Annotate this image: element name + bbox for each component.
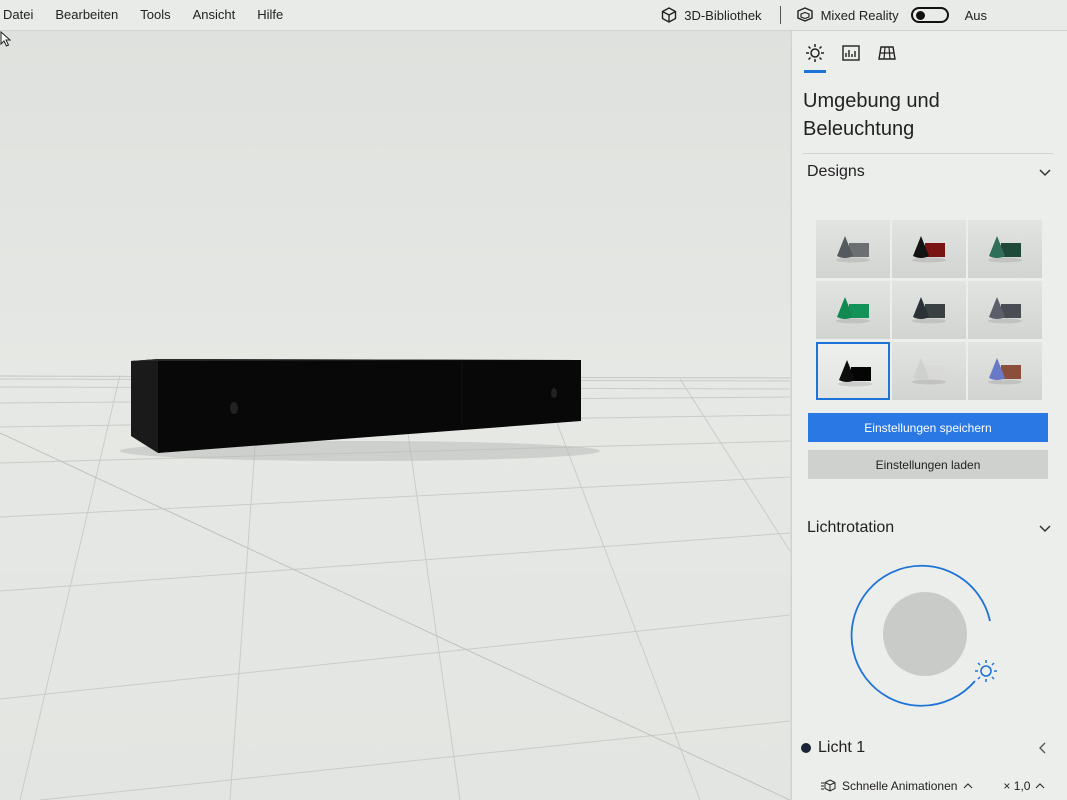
theme-dark-green-icon xyxy=(988,236,1022,263)
designs-grid xyxy=(816,220,1042,402)
theme-green-icon xyxy=(836,297,870,324)
theme-white-icon xyxy=(912,358,946,385)
section-divider xyxy=(803,153,1053,154)
chevron-down-icon xyxy=(1039,525,1051,533)
menu-ansicht[interactable]: Ansicht xyxy=(182,0,247,30)
menu-bearbeiten[interactable]: Bearbeiten xyxy=(44,0,129,30)
cube-icon xyxy=(662,7,677,23)
design-tile-2[interactable] xyxy=(892,220,966,278)
quick-animations-button[interactable]: Schnelle Animationen xyxy=(820,779,973,793)
menu-tools[interactable]: Tools xyxy=(129,0,181,30)
statistics-icon xyxy=(842,45,860,61)
light-rotation-dial[interactable] xyxy=(850,561,1000,711)
light-1-row[interactable]: Licht 1 xyxy=(801,739,1051,757)
3d-library-label: 3D-Bibliothek xyxy=(684,7,762,23)
panel-tabs xyxy=(792,31,1067,73)
chevron-left-icon[interactable] xyxy=(1037,741,1049,755)
chevron-down-icon xyxy=(1039,169,1051,177)
light-1-label: Licht 1 xyxy=(818,739,866,756)
menu-hilfe[interactable]: Hilfe xyxy=(246,0,294,30)
mixed-reality-state: Aus xyxy=(964,7,987,23)
light-rotation-section-header[interactable]: Lichtrotation xyxy=(807,519,1052,537)
theme-black-icon xyxy=(838,360,872,387)
theme-multicolor-icon xyxy=(988,358,1022,385)
sun-icon xyxy=(806,44,824,62)
design-tile-7[interactable] xyxy=(816,342,890,400)
toggle-knob xyxy=(915,11,925,20)
menubar-right: 3D-Bibliothek Mixed Reality Aus xyxy=(648,0,1067,30)
floor-grid xyxy=(0,374,790,800)
panel-title: Umgebung und Beleuchtung xyxy=(803,90,940,140)
light-sphere xyxy=(883,592,967,676)
animation-cube-icon xyxy=(821,779,836,792)
chevron-up-icon xyxy=(1036,783,1045,789)
menubar-divider xyxy=(779,6,781,24)
mixed-reality-icon xyxy=(796,7,813,22)
sun-handle-icon xyxy=(975,660,997,682)
design-tile-5[interactable] xyxy=(892,281,966,339)
theme-gray-icon xyxy=(836,236,870,263)
mouse-cursor-icon xyxy=(0,31,12,47)
tab-statistics[interactable] xyxy=(840,43,862,65)
menu-bar: Datei Bearbeiten Tools Ansicht Hilfe 3D-… xyxy=(0,0,1067,31)
light-rotation-header-label: Lichtrotation xyxy=(807,519,895,536)
load-settings-button[interactable]: Einstellungen laden xyxy=(808,450,1048,479)
environment-panel: Umgebung und Beleuchtung Designs Einstel… xyxy=(791,31,1067,800)
design-tile-9[interactable] xyxy=(968,342,1042,400)
theme-charcoal-icon xyxy=(912,297,946,324)
chevron-up-icon xyxy=(963,783,973,789)
mixed-reality-toggle[interactable] xyxy=(910,7,949,23)
3d-viewport[interactable] xyxy=(0,31,790,800)
designs-section-header[interactable]: Designs xyxy=(807,163,1052,181)
theme-slate-icon xyxy=(988,297,1022,324)
scene-canvas xyxy=(0,359,790,800)
mixed-reality-label: Mixed Reality xyxy=(820,7,899,23)
tab-grid[interactable] xyxy=(876,43,898,65)
design-tile-8[interactable] xyxy=(892,342,966,400)
3d-library-button[interactable]: 3D-Bibliothek xyxy=(648,6,773,24)
design-tile-3[interactable] xyxy=(968,220,1042,278)
designs-header-label: Designs xyxy=(807,163,865,180)
zoom-control[interactable]: × 1,0 xyxy=(1003,779,1045,793)
design-tile-6[interactable] xyxy=(968,281,1042,339)
save-settings-button[interactable]: Einstellungen speichern xyxy=(808,413,1048,442)
theme-red-icon xyxy=(912,236,946,263)
design-tile-1[interactable] xyxy=(816,220,890,278)
menu-datei[interactable]: Datei xyxy=(0,0,44,30)
design-tile-4[interactable] xyxy=(816,281,890,339)
3d-object-bar xyxy=(131,359,581,453)
tab-environment-lighting[interactable] xyxy=(804,43,826,73)
status-bar: Schnelle Animationen × 1,0 xyxy=(792,773,1067,799)
quick-animations-label: Schnelle Animationen xyxy=(842,779,958,793)
grid-icon xyxy=(878,46,896,60)
zoom-label: × 1,0 xyxy=(1003,779,1031,793)
mixed-reality-control: Mixed Reality Aus xyxy=(787,6,1067,24)
light-color-dot xyxy=(801,743,811,753)
